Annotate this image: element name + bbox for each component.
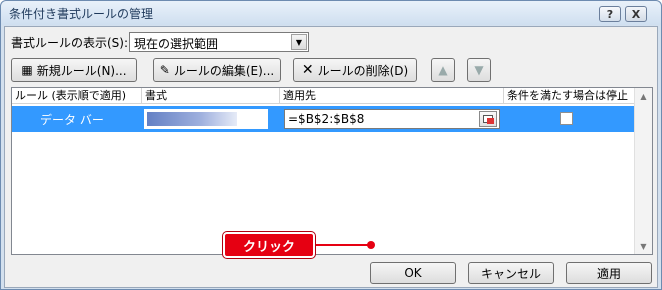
- edit-rule-label: ルールの編集(E)...: [173, 63, 275, 78]
- cancel-label: キャンセル: [480, 266, 541, 281]
- apply-label: 適用: [596, 266, 621, 281]
- close-icon: X: [631, 7, 641, 21]
- scroll-up-icon[interactable]: ▲: [635, 88, 652, 104]
- applies-to-value: =$B$2:$B$8: [288, 112, 365, 126]
- rules-list: ルール (表示順で適用) 書式 適用先 条件を満たす場合は停止 データ バー =…: [11, 87, 653, 255]
- arrow-up-icon: ▲: [438, 63, 448, 77]
- ok-label: OK: [404, 266, 422, 280]
- help-button[interactable]: ?: [599, 6, 621, 22]
- delete-rule-button[interactable]: ✕ ルールの削除(D): [293, 58, 417, 82]
- callout-connector: [315, 244, 371, 246]
- cancel-button[interactable]: キャンセル: [468, 262, 554, 284]
- new-rule-label: 新規ルール(N)...: [36, 63, 127, 78]
- move-down-button[interactable]: ▼: [467, 58, 491, 82]
- column-header-format: 書式: [142, 88, 280, 104]
- applies-to-input[interactable]: =$B$2:$B$8: [284, 109, 500, 129]
- click-annotation: クリック: [223, 232, 315, 258]
- data-bar-preview: [144, 109, 268, 129]
- column-header-stop-if-true: 条件を満たす場合は停止: [507, 89, 628, 102]
- column-header-rule: ルール (表示順で適用): [12, 88, 142, 104]
- new-rule-icon: ▦: [21, 63, 33, 77]
- dialog-body: 書式ルールの表示(S): 現在の選択範囲 ▼ ▦ 新規ルール(N)... ✎ ル…: [4, 26, 658, 288]
- show-rules-value: 現在の選択範囲: [134, 37, 219, 51]
- title-bar: 条件付き書式ルールの管理 ? X: [1, 1, 661, 25]
- scroll-down-icon[interactable]: ▼: [635, 238, 652, 254]
- conditional-format-rules-dialog: 条件付き書式ルールの管理 ? X 書式ルールの表示(S): 現在の選択範囲 ▼ …: [0, 0, 662, 290]
- delete-icon: ✕: [301, 62, 314, 78]
- rules-toolbar: ▦ 新規ルール(N)... ✎ ルールの編集(E)... ✕ ルールの削除(D)…: [11, 58, 653, 84]
- table-row[interactable]: データ バー =$B$2:$B$8: [12, 106, 634, 132]
- edit-rule-icon: ✎: [159, 63, 170, 77]
- close-button[interactable]: X: [625, 6, 647, 22]
- stop-if-true-checkbox[interactable]: [560, 112, 573, 125]
- rule-name: データ バー: [40, 113, 104, 127]
- show-rules-label: 書式ルールの表示(S):: [11, 36, 129, 50]
- show-rules-dropdown[interactable]: 現在の選択範囲 ▼: [129, 32, 309, 52]
- data-bar-gradient: [147, 112, 237, 126]
- help-icon: ?: [606, 7, 614, 21]
- new-rule-button[interactable]: ▦ 新規ルール(N)...: [11, 58, 137, 82]
- rules-list-header: ルール (表示順で適用) 書式 適用先 条件を満たす場合は停止: [12, 88, 634, 104]
- vertical-scrollbar[interactable]: ▲ ▼: [634, 88, 652, 254]
- click-annotation-label: クリック: [242, 239, 295, 255]
- callout-pointer: [367, 241, 375, 249]
- chevron-down-icon[interactable]: ▼: [291, 34, 307, 50]
- delete-rule-label: ルールの削除(D): [317, 63, 409, 78]
- dialog-title: 条件付き書式ルールの管理: [9, 7, 154, 21]
- ok-button[interactable]: OK: [370, 262, 456, 284]
- edit-rule-button[interactable]: ✎ ルールの編集(E)...: [153, 58, 281, 82]
- range-select-icon-mark: [487, 118, 494, 124]
- apply-button[interactable]: 適用: [566, 262, 652, 284]
- range-select-button[interactable]: [479, 111, 497, 127]
- move-up-button[interactable]: ▲: [431, 58, 455, 82]
- column-header-applies-to: 適用先: [280, 88, 504, 104]
- arrow-down-icon: ▼: [474, 63, 484, 77]
